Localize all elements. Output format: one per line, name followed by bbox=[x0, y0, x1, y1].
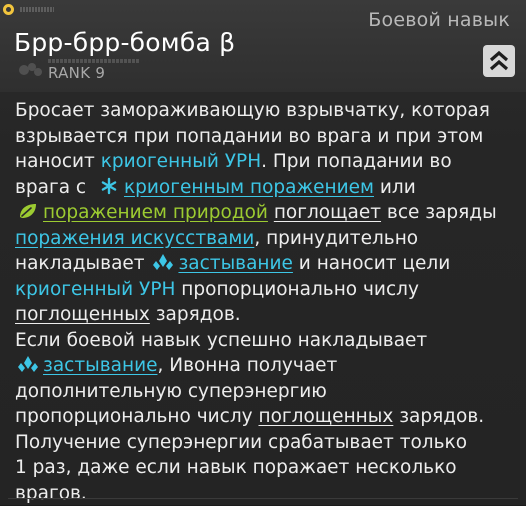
divider bbox=[8, 498, 518, 499]
skill-description: Бросает замораживающую взрывчатку, котор… bbox=[15, 98, 519, 506]
description-line: Если боевой навык успешно накладывает bbox=[15, 328, 519, 354]
description-line: поражением природой поглощает все заряды bbox=[15, 200, 519, 226]
description-line: Получение суперэнергии срабатывает тольк… bbox=[15, 430, 519, 456]
solidify-link[interactable]: застывание bbox=[43, 355, 157, 376]
header-micro-text bbox=[20, 7, 54, 12]
skill-title: Брр-брр-бомба β bbox=[14, 28, 235, 57]
leaf-icon bbox=[17, 202, 39, 220]
absorbed-link[interactable]: поглощенных bbox=[15, 304, 150, 325]
status-ring-icon bbox=[3, 4, 14, 15]
description-line: взрывается при попадании во врага и при … bbox=[15, 124, 519, 150]
description-line: накладывает застывание и наносит цели bbox=[15, 251, 519, 277]
solidify-link[interactable]: застывание bbox=[178, 253, 292, 274]
description-line: дополнительную суперэнергию bbox=[15, 379, 519, 405]
description-line: наносит криогенный УРН. При попадании во bbox=[15, 149, 519, 175]
absorbed-link[interactable]: поглощенных bbox=[258, 406, 393, 427]
description-line: криогенный УРН пропорционально числу bbox=[15, 277, 519, 303]
rank-emblem-icon bbox=[18, 61, 44, 79]
skill-category: Боевой навык bbox=[368, 9, 510, 31]
cryo-damage-term: криогенный УРН bbox=[15, 279, 175, 300]
crystal-icon bbox=[17, 355, 39, 373]
collapse-button[interactable] bbox=[483, 45, 515, 77]
description-line: врагов. bbox=[15, 481, 519, 506]
skill-tooltip-panel: Боевой навык Брр-брр-бомба β RANK 9 Брос… bbox=[0, 0, 526, 505]
double-chevron-up-icon bbox=[483, 45, 515, 77]
description-line: 1 раз, даже если навык поражает нескольк… bbox=[15, 455, 519, 481]
description-line: поглощенных зарядов. bbox=[15, 302, 519, 328]
rank-micro-text bbox=[48, 59, 140, 63]
cryo-damage-term: криогенный УРН bbox=[101, 151, 261, 172]
nature-infliction-link[interactable]: поражением природой bbox=[43, 202, 268, 223]
skill-rank: RANK 9 bbox=[48, 64, 105, 82]
snowflake-icon bbox=[98, 177, 120, 195]
description-line: врага с криогенным поражением или bbox=[15, 175, 519, 201]
absorb-link[interactable]: поглощает bbox=[274, 202, 381, 223]
description-line: поражения искусствами, принудительно bbox=[15, 226, 519, 252]
crystal-icon bbox=[152, 253, 174, 271]
cryo-infliction-link[interactable]: криогенным поражением bbox=[124, 177, 374, 198]
description-line: пропорционально числу поглощенных зарядо… bbox=[15, 404, 519, 430]
description-line: застывание, Ивонна получает bbox=[15, 353, 519, 379]
arts-infliction-link[interactable]: поражения искусствами bbox=[15, 228, 254, 249]
description-line: Бросает замораживающую взрывчатку, котор… bbox=[15, 98, 519, 124]
